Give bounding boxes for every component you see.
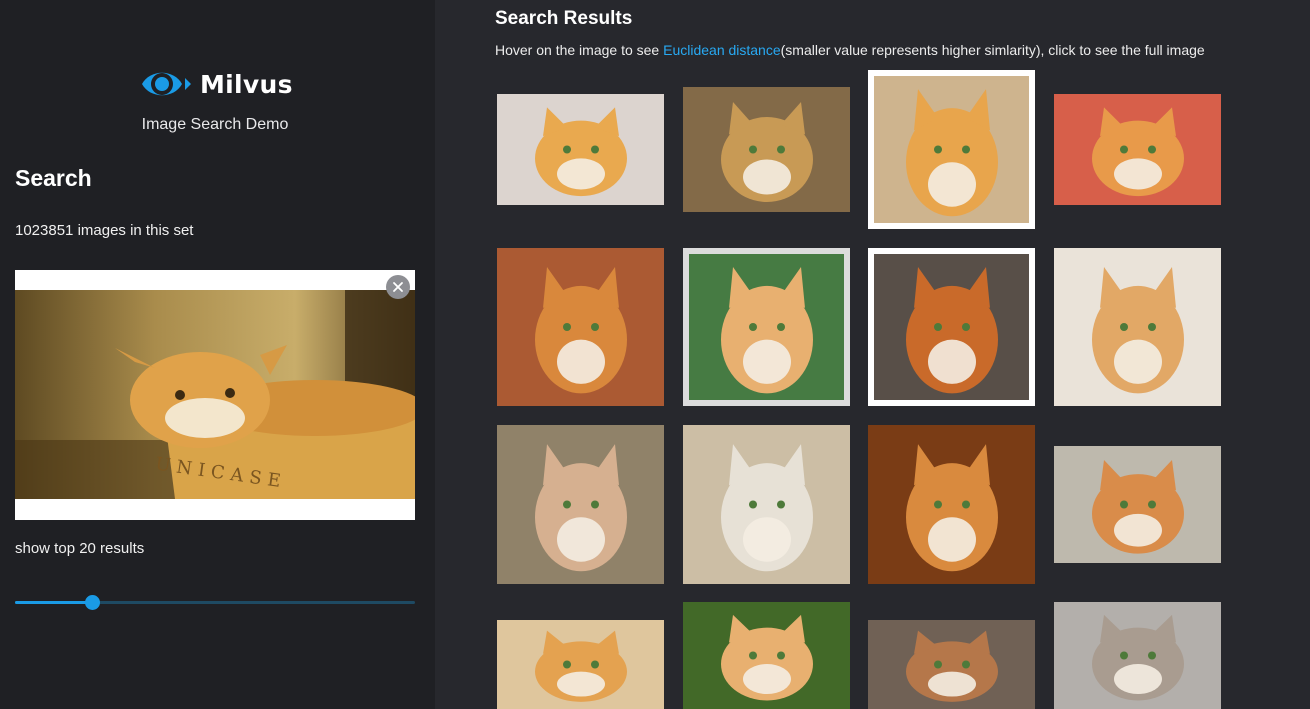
result-image <box>683 425 850 584</box>
euclidean-distance-link[interactable]: Euclidean distance <box>663 42 781 58</box>
result-thumbnail[interactable] <box>868 70 1035 229</box>
result-thumbnail[interactable] <box>683 248 850 406</box>
result-image <box>868 70 1035 229</box>
query-image-dropzone[interactable]: UNICASE <box>15 270 415 520</box>
result-thumbnail[interactable] <box>1054 446 1221 563</box>
search-heading: Search <box>15 165 92 191</box>
result-thumbnail[interactable] <box>683 602 850 709</box>
results-instructions: Hover on the image to see Euclidean dist… <box>495 42 1205 58</box>
result-image <box>1054 446 1221 563</box>
instructions-prefix: Hover on the image to see <box>495 42 664 58</box>
result-image <box>683 87 850 212</box>
result-image <box>497 248 664 406</box>
milvus-eye-icon <box>142 72 191 96</box>
result-image <box>868 620 1035 709</box>
result-thumbnail[interactable] <box>1054 94 1221 205</box>
results-count-label: show top 20 results <box>15 540 145 557</box>
remove-image-button[interactable] <box>386 275 410 299</box>
result-thumbnail[interactable] <box>868 425 1035 584</box>
result-image <box>868 425 1035 584</box>
results-title: Search Results <box>495 8 633 29</box>
result-image <box>497 425 664 584</box>
result-thumbnail[interactable] <box>497 94 664 205</box>
slider-fill <box>15 601 92 604</box>
logo-text: Milvus <box>200 69 293 99</box>
result-image <box>1054 602 1221 709</box>
milvus-logo: Milvus <box>140 64 293 104</box>
result-thumbnail[interactable] <box>868 248 1035 406</box>
result-image <box>1054 94 1221 205</box>
slider-thumb[interactable] <box>85 595 100 610</box>
result-thumbnail[interactable] <box>1054 248 1221 406</box>
result-thumbnail[interactable] <box>497 425 664 584</box>
results-slider[interactable] <box>15 595 415 610</box>
result-thumbnail[interactable] <box>683 87 850 212</box>
query-image: UNICASE <box>15 290 415 499</box>
result-thumbnail[interactable] <box>497 248 664 406</box>
result-image <box>683 248 850 406</box>
sidebar: Milvus Image Search Demo Search 1023851 … <box>0 0 435 709</box>
result-image <box>868 248 1035 406</box>
app-subtitle: Image Search Demo <box>141 116 289 133</box>
result-image <box>1054 248 1221 406</box>
image-count: 1023851 images in this set <box>15 222 194 239</box>
close-icon <box>393 282 403 292</box>
instructions-suffix: (smaller value represents higher simlari… <box>780 42 1205 58</box>
result-thumbnail[interactable] <box>868 620 1035 709</box>
result-image <box>497 94 664 205</box>
result-thumbnail[interactable] <box>1054 602 1221 709</box>
result-image <box>683 602 850 709</box>
result-thumbnail[interactable] <box>683 425 850 584</box>
result-thumbnail[interactable] <box>497 620 664 709</box>
result-image <box>497 620 664 709</box>
